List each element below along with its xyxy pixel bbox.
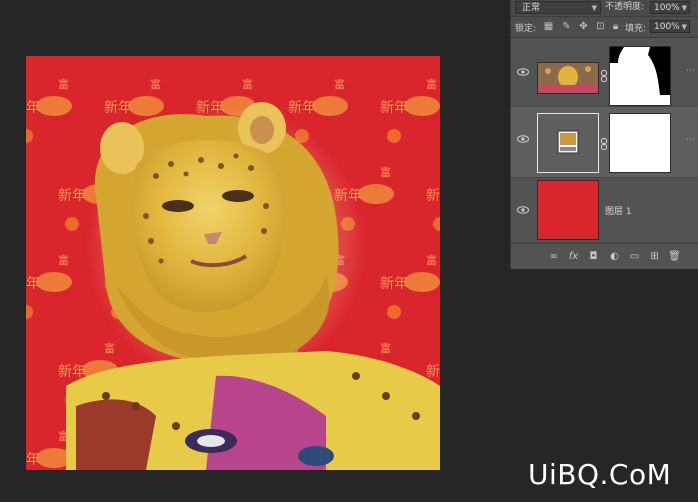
more-icon[interactable]: ⋯ bbox=[686, 66, 695, 76]
layer-row-leopard[interactable]: ⋯ bbox=[511, 40, 698, 107]
layer-name[interactable]: 图层 1 bbox=[605, 204, 632, 217]
link-layers-icon[interactable]: ∞ bbox=[547, 250, 560, 263]
new-layer-icon[interactable]: ⊞ bbox=[648, 250, 661, 263]
adjustment-icon[interactable]: ◐ bbox=[608, 250, 621, 263]
link-chain-icon[interactable] bbox=[600, 138, 608, 150]
chevron-down-icon: ▼ bbox=[681, 23, 687, 31]
lock-image-pixels-icon[interactable]: ✎ bbox=[561, 21, 572, 32]
layer-mask-thumbnail[interactable] bbox=[609, 113, 671, 173]
visibility-eye-icon[interactable] bbox=[517, 66, 529, 78]
lock-all-icon[interactable]: 🔒︎ bbox=[610, 21, 621, 32]
visibility-eye-icon[interactable] bbox=[517, 133, 529, 145]
layers-footer: ∞ fx ◘ ◐ ▭ ⊞ 🗑︎ bbox=[511, 243, 698, 269]
fill-value: 100% bbox=[654, 22, 680, 32]
fill-label: 填充: bbox=[625, 24, 647, 34]
lock-label: 锁定: bbox=[515, 24, 537, 34]
opacity-value: 100% bbox=[654, 3, 680, 13]
layer-row-layer-1[interactable]: 图层 1 bbox=[511, 178, 698, 243]
add-mask-icon[interactable]: ◘ bbox=[587, 250, 600, 263]
layer-mask-thumbnail[interactable] bbox=[609, 46, 671, 106]
lock-fill-row: 锁定: ▦ ✎ ✥ ⊡ 🔒︎ 填充: 100% ▼ bbox=[511, 17, 698, 38]
lock-position-icon[interactable]: ✥ bbox=[578, 21, 589, 32]
trash-icon[interactable]: 🗑︎ bbox=[668, 250, 681, 263]
chevron-down-icon: ▼ bbox=[591, 4, 597, 12]
opacity-field[interactable]: 100% ▼ bbox=[650, 1, 690, 14]
blend-opacity-row: 正常 ▼ 不透明度: 100% ▼ bbox=[511, 0, 698, 17]
blend-mode-value: 正常 bbox=[522, 3, 541, 13]
fx-icon[interactable]: fx bbox=[567, 250, 580, 263]
layer-thumbnail[interactable] bbox=[537, 180, 599, 240]
watermark-text: UiBQ.CoM bbox=[528, 458, 672, 491]
layer-row-smart-object[interactable]: ⋯ bbox=[511, 107, 698, 178]
lock-transparent-pixels-icon[interactable]: ▦ bbox=[543, 21, 554, 32]
layers-panel: 正常 ▼ 不透明度: 100% ▼ 锁定: ▦ ✎ ✥ ⊡ 🔒︎ 填充: 100… bbox=[510, 0, 698, 269]
more-icon[interactable]: ⋯ bbox=[686, 135, 695, 145]
document-canvas[interactable]: 新年富新年富新年富新年富新年富新年富新年富新年富新年富新年富新年富新年富新年富新… bbox=[26, 56, 440, 470]
blend-mode-select[interactable]: 正常 ▼ bbox=[515, 1, 601, 14]
layer-thumbnail[interactable] bbox=[537, 62, 599, 94]
group-folder-icon[interactable]: ▭ bbox=[628, 250, 641, 263]
chevron-down-icon: ▼ bbox=[681, 4, 687, 12]
smart-object-thumbnail[interactable] bbox=[537, 113, 599, 173]
opacity-label: 不透明度: bbox=[605, 2, 645, 12]
fill-field[interactable]: 100% ▼ bbox=[650, 20, 690, 33]
link-chain-icon[interactable] bbox=[600, 70, 608, 82]
lock-artboard-icon[interactable]: ⊡ bbox=[595, 21, 606, 32]
visibility-eye-icon[interactable] bbox=[517, 204, 529, 216]
leopard-costume-figure bbox=[66, 102, 440, 470]
